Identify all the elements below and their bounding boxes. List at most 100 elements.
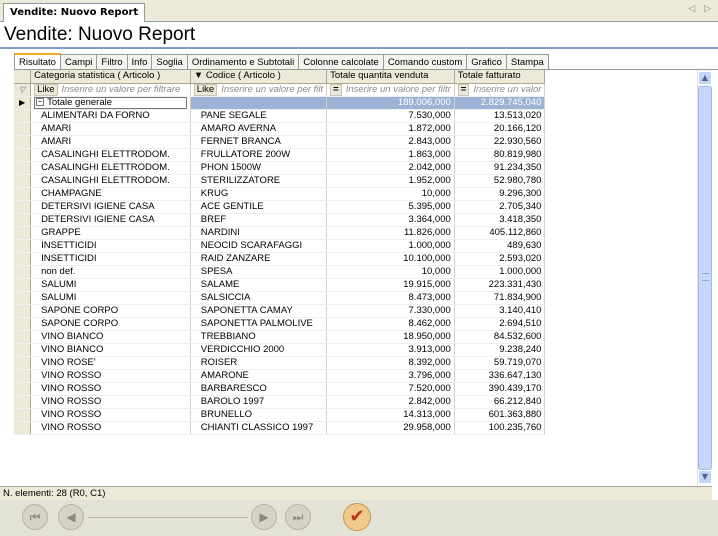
row-header[interactable] (14, 291, 32, 305)
cell-codice[interactable]: NEOCID SCARAFAGGI (190, 239, 328, 253)
total-label-cell[interactable]: − Totale generale (30, 96, 191, 110)
scroll-up-icon[interactable]: ▲ (698, 71, 712, 85)
table-row[interactable]: CASALINGHI ELETTRODOM. FRULLATORE 200W 1.8… (14, 148, 712, 162)
cell-fatturato[interactable]: 3.418,350 (454, 213, 546, 227)
cell-fatturato[interactable]: 100.235,760 (454, 421, 546, 435)
cell-categoria[interactable]: AMARI (30, 122, 191, 136)
column-header-quantita[interactable]: Totale quantita venduta (326, 70, 455, 84)
cell-quantita[interactable]: 10,000 (326, 187, 455, 201)
cell-categoria[interactable]: AMARI (30, 135, 191, 149)
table-row[interactable]: DETERSIVI IGIENE CASA ACE GENTILE 5.395,00… (14, 200, 712, 214)
table-row[interactable]: INSETTICIDI RAID ZANZARE 10.100,000 2.593,0… (14, 252, 712, 266)
row-header[interactable] (14, 148, 32, 162)
cell-codice[interactable]: BARBARESCO (190, 382, 328, 396)
cell-fatturato[interactable]: 52.980,780 (454, 174, 546, 188)
check-icon[interactable]: ✔ (343, 503, 371, 531)
cell-codice[interactable]: BRUNELLO (190, 408, 328, 422)
cell-categoria[interactable]: SAPONE CORPO (30, 304, 191, 318)
cell-fatturato[interactable]: 336.647,130 (454, 369, 546, 383)
cell-categoria[interactable]: INSETTICIDI (30, 239, 191, 253)
table-row[interactable]: VINO ROSSO BARBARESCO 7.520,000 390.439,170 (14, 382, 712, 396)
cell-fatturato[interactable]: 489,630 (454, 239, 546, 253)
cell-fatturato[interactable]: 390.439,170 (454, 382, 546, 396)
cell-categoria[interactable]: CASALINGHI ELETTRODOM. (30, 148, 191, 162)
cell-categoria[interactable]: SALUMI (30, 291, 191, 305)
cell-codice[interactable]: SALAME (190, 278, 328, 292)
cell-fatturato[interactable]: 20.166,120 (454, 122, 546, 136)
cell-fatturato[interactable]: 3.140,410 (454, 304, 546, 318)
cell-fatturato[interactable]: 405.112,860 (454, 226, 546, 240)
prev-icon[interactable]: ◀ (58, 504, 84, 530)
row-header[interactable] (14, 421, 32, 435)
cell-categoria[interactable]: ALIMENTARI DA FORNO (30, 109, 191, 123)
cell-codice[interactable]: PANE SEGALE (190, 109, 328, 123)
row-header[interactable] (14, 343, 32, 357)
table-row[interactable]: ALIMENTARI DA FORNO PANE SEGALE 7.530,000 1… (14, 109, 712, 123)
table-row[interactable]: SALUMI SALSICCIA 8.473,000 71.834,900 (14, 291, 712, 305)
cell-categoria[interactable]: VINO BIANCO (30, 330, 191, 344)
column-header-codice[interactable]: ▼ Codice ( Articolo ) (190, 70, 328, 84)
total-row[interactable]: ▶ − Totale generale 189.006,000 2.829.745… (14, 96, 712, 110)
table-row[interactable]: AMARI AMARO AVERNA 1.872,000 20.166,120 (14, 122, 712, 136)
cell-categoria[interactable]: DETERSIVI IGIENE CASA (30, 200, 191, 214)
next-icon[interactable]: ▶ (251, 504, 277, 530)
cell-quantita[interactable]: 7.330,000 (326, 304, 455, 318)
cell-codice[interactable]: NARDINI (190, 226, 328, 240)
cell-quantita[interactable]: 5.395,000 (326, 200, 455, 214)
cell-quantita[interactable]: 8.473,000 (326, 291, 455, 305)
cell-fatturato[interactable]: 13.513,020 (454, 109, 546, 123)
tab-risultato[interactable]: Risultato (14, 53, 61, 70)
cell-categoria[interactable]: DETERSIVI IGIENE CASA (30, 213, 191, 227)
cell-codice[interactable]: FRULLATORE 200W (190, 148, 328, 162)
cell-fatturato[interactable]: 2.705,340 (454, 200, 546, 214)
row-header[interactable] (14, 109, 32, 123)
cell-codice[interactable]: VERDICCHIO 2000 (190, 343, 328, 357)
row-header[interactable] (14, 239, 32, 253)
cell-fatturato[interactable]: 2.593,020 (454, 252, 546, 266)
cell-codice[interactable]: KRUG (190, 187, 328, 201)
table-row[interactable]: VINO ROSSO CHIANTI CLASSICO 1997 29.958,00… (14, 421, 712, 435)
table-row[interactable]: SAPONE CORPO SAPONETTA CAMAY 7.330,000 3.14… (14, 304, 712, 318)
cell-fatturato[interactable]: 91.234,350 (454, 161, 546, 175)
cell-quantita[interactable]: 1.952,000 (326, 174, 455, 188)
row-header[interactable] (14, 356, 32, 370)
cell-categoria[interactable]: CASALINGHI ELETTRODOM. (30, 161, 191, 175)
table-row[interactable]: DETERSIVI IGIENE CASA BREF 3.364,000 3.418,… (14, 213, 712, 227)
cell-fatturato[interactable]: 601.363,880 (454, 408, 546, 422)
cell-codice[interactable]: ACE GENTILE (190, 200, 328, 214)
cell-categoria[interactable]: SAPONE CORPO (30, 317, 191, 331)
cell-categoria[interactable]: GRAPPE (30, 226, 191, 240)
row-header[interactable] (14, 265, 32, 279)
row-header[interactable] (14, 213, 32, 227)
cell-quantita[interactable]: 2.842,000 (326, 395, 455, 409)
cell-quantita[interactable]: 19.915,000 (326, 278, 455, 292)
last-icon[interactable]: ⏭ (285, 504, 311, 530)
cell-codice[interactable]: TREBBIANO (190, 330, 328, 344)
total-code-cell[interactable] (190, 96, 328, 110)
cell-categoria[interactable]: VINO ROSSO (30, 369, 191, 383)
cell-categoria[interactable]: VINO ROSSO (30, 395, 191, 409)
table-row[interactable]: CASALINGHI ELETTRODOM. PHON 1500W 2.042,00… (14, 161, 712, 175)
table-row[interactable]: VINO BIANCO VERDICCHIO 2000 3.913,000 9.238… (14, 343, 712, 357)
row-header[interactable] (14, 135, 32, 149)
cell-fatturato[interactable]: 2.694,510 (454, 317, 546, 331)
cell-codice[interactable]: SAPONETTA CAMAY (190, 304, 328, 318)
row-header[interactable] (14, 408, 32, 422)
row-header[interactable] (14, 369, 32, 383)
cell-categoria[interactable]: CHAMPAGNE (30, 187, 191, 201)
cell-codice[interactable]: SALSICCIA (190, 291, 328, 305)
total-revenue-cell[interactable]: 2.829.745,040 (454, 96, 546, 110)
cell-quantita[interactable]: 2.042,000 (326, 161, 455, 175)
cell-codice[interactable]: SPESA (190, 265, 328, 279)
cell-categoria[interactable]: CASALINGHI ELETTRODOM. (30, 174, 191, 188)
table-row[interactable]: CHAMPAGNE KRUG 10,000 9.296,300 (14, 187, 712, 201)
cell-categoria[interactable]: VINO ROSSO (30, 421, 191, 435)
row-header[interactable] (14, 161, 32, 175)
cell-fatturato[interactable]: 223.331,430 (454, 278, 546, 292)
filter-cell-codice[interactable]: Like Inserire un valore per filt (190, 83, 328, 97)
cell-codice[interactable]: AMARO AVERNA (190, 122, 328, 136)
cell-quantita[interactable]: 29.958,000 (326, 421, 455, 435)
cell-fatturato[interactable]: 80.819,980 (454, 148, 546, 162)
cell-fatturato[interactable]: 59.719,070 (454, 356, 546, 370)
row-header[interactable] (14, 174, 32, 188)
